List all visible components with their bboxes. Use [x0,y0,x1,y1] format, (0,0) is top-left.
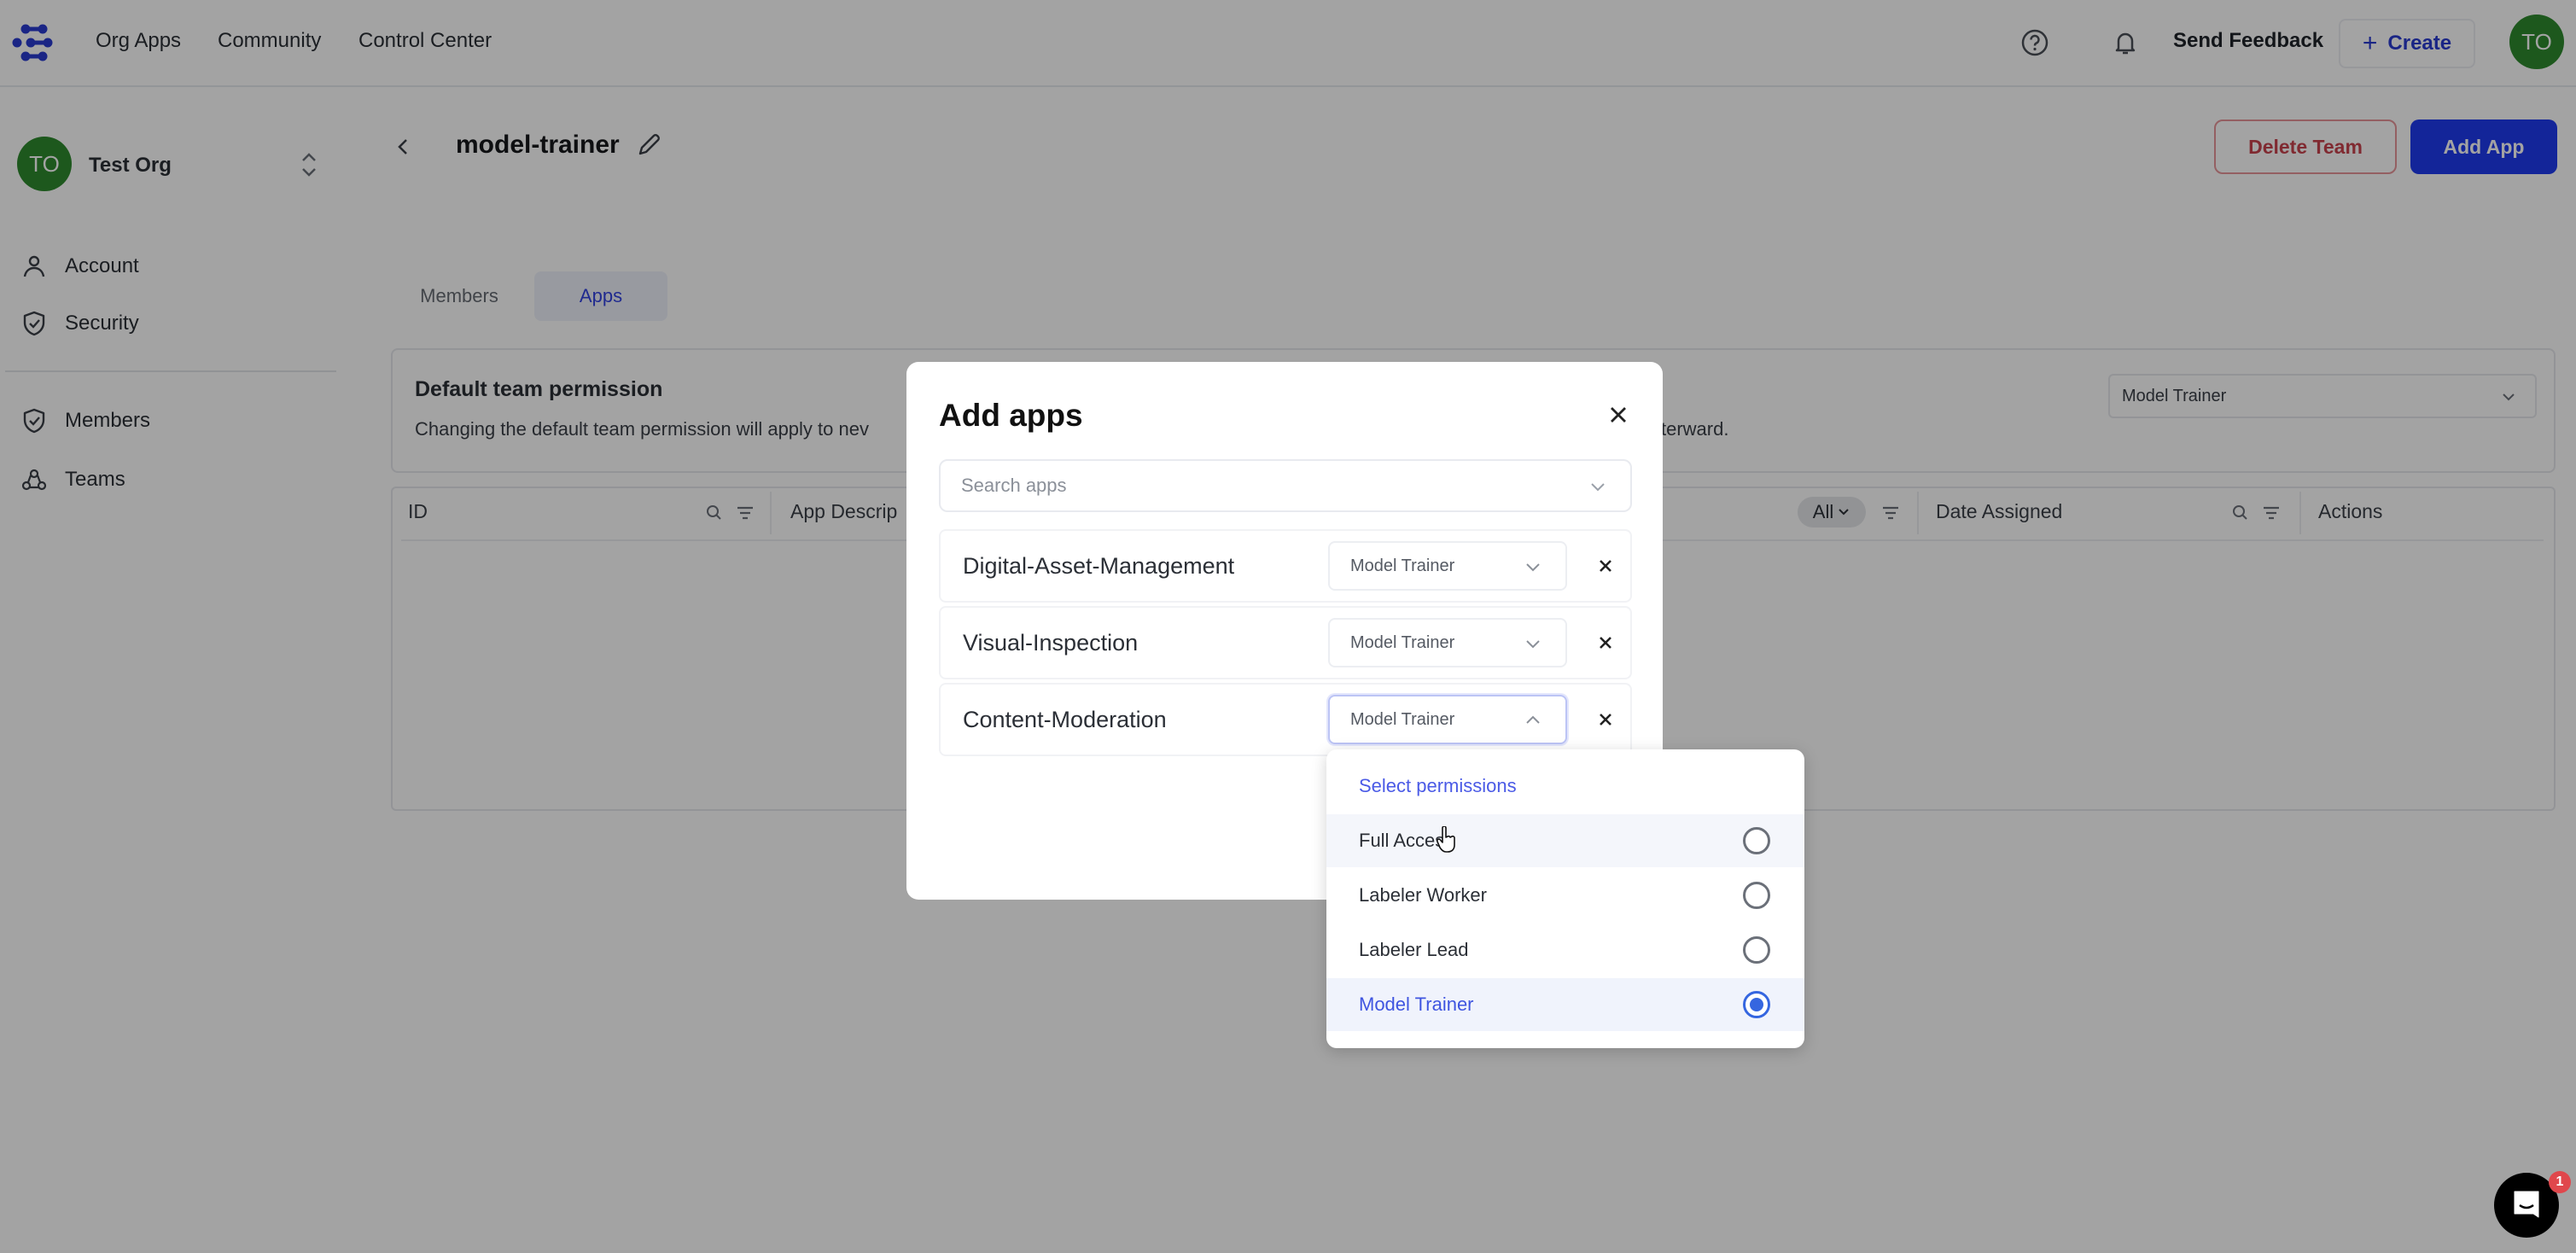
search-apps-input[interactable]: Search apps [939,459,1632,512]
app-permission-value: Model Trainer [1350,556,1455,575]
permission-option-labeler-worker[interactable]: Labeler Worker [1326,869,1804,922]
permission-option-model-trainer[interactable]: Model Trainer [1326,978,1804,1031]
search-apps-placeholder: Search apps [961,475,1067,496]
app-permission-select[interactable]: Model Trainer [1328,541,1567,591]
app-row: Visual-Inspection Model Trainer [939,606,1632,679]
remove-app-icon[interactable] [1593,630,1618,656]
chevron-up-icon [1526,715,1540,724]
radio-button[interactable] [1743,936,1770,964]
permission-option-full-access[interactable]: Full Access [1326,814,1804,867]
app-name: Digital-Asset-Management [963,553,1235,579]
app-row: Content-Moderation Model Trainer [939,683,1632,756]
option-label: Full Access [1359,830,1454,851]
chevron-down-icon [1591,483,1605,492]
radio-button-selected[interactable] [1743,991,1770,1018]
app-name: Visual-Inspection [963,630,1139,656]
dropdown-header: Select permissions [1359,775,1517,796]
option-label: Labeler Worker [1359,884,1487,906]
radio-button[interactable] [1743,827,1770,854]
chat-bubble-icon [2514,1191,2539,1218]
app-permission-select[interactable]: Model Trainer [1328,695,1567,744]
app-permission-value: Model Trainer [1350,709,1455,729]
remove-app-icon[interactable] [1593,553,1618,579]
app-name: Content-Moderation [963,707,1167,732]
option-label: Model Trainer [1359,994,1474,1015]
remove-app-icon[interactable] [1593,707,1618,732]
permission-dropdown: Select permissions Full Access Labeler W… [1326,749,1804,1048]
app-permission-value: Model Trainer [1350,632,1455,652]
modal-title: Add apps [939,398,1083,433]
option-label: Labeler Lead [1359,939,1469,960]
permission-option-labeler-lead[interactable]: Labeler Lead [1326,924,1804,976]
close-icon[interactable] [1605,401,1632,428]
radio-button[interactable] [1743,882,1770,909]
app-permission-select[interactable]: Model Trainer [1328,618,1567,667]
chevron-down-icon [1526,640,1540,649]
app-row: Digital-Asset-Management Model Trainer [939,529,1632,603]
chevron-down-icon [1526,563,1540,572]
chat-notification-badge: 1 [2549,1171,2571,1193]
